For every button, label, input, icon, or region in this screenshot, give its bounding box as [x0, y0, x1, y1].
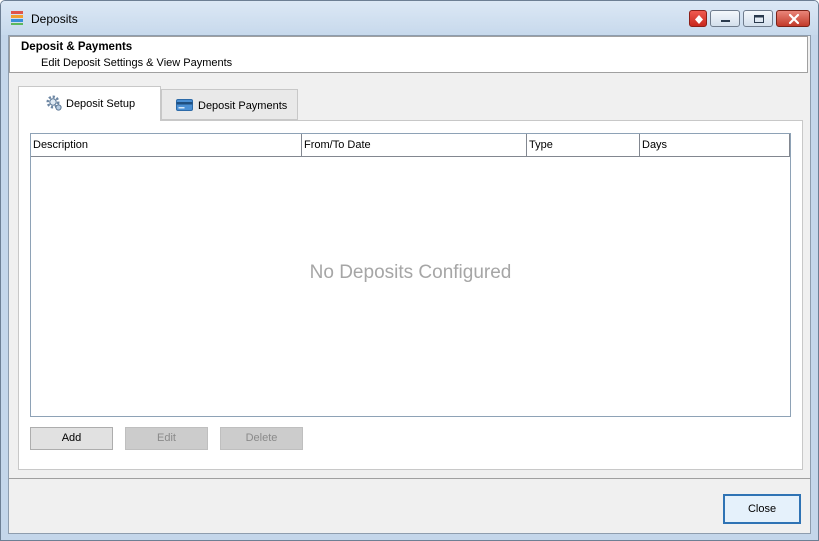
- window-title: Deposits: [31, 12, 78, 26]
- deposits-window: Deposits Deposit & Payments Edit Deposit…: [0, 0, 819, 541]
- header-subtitle: Edit Deposit Settings & View Payments: [41, 57, 233, 69]
- column-header-days[interactable]: Days: [640, 134, 790, 156]
- credit-card-icon: [176, 99, 193, 111]
- minimize-button[interactable]: [710, 10, 740, 27]
- header-panel: Deposit & Payments Edit Deposit Settings…: [9, 36, 808, 73]
- maximize-icon: [754, 15, 764, 23]
- deposit-setup-panel: Description From/To Date Type Days No De…: [18, 120, 803, 470]
- tab-deposit-payments-label: Deposit Payments: [198, 100, 288, 112]
- edit-button[interactable]: Edit: [125, 427, 208, 450]
- delete-button[interactable]: Delete: [220, 427, 303, 450]
- tab-deposit-setup[interactable]: Deposit Setup: [18, 86, 161, 121]
- deposits-table[interactable]: Description From/To Date Type Days No De…: [30, 133, 791, 417]
- column-header-type[interactable]: Type: [527, 134, 640, 156]
- header-title: Deposit & Payments: [21, 41, 133, 53]
- title-bar[interactable]: Deposits: [1, 1, 818, 35]
- close-icon: [788, 13, 800, 25]
- tab-deposit-setup-label: Deposit Setup: [66, 98, 136, 110]
- empty-state-message: No Deposits Configured: [309, 262, 512, 283]
- column-header-description[interactable]: Description: [31, 134, 302, 156]
- extension-button[interactable]: [689, 10, 707, 27]
- gear-icon: [46, 95, 62, 111]
- footer-divider: [9, 478, 810, 479]
- diamond-icon: [695, 15, 703, 24]
- add-button[interactable]: Add: [30, 427, 113, 450]
- app-icon: [11, 11, 23, 25]
- tab-deposit-payments[interactable]: Deposit Payments: [161, 89, 298, 120]
- column-header-from-to-date[interactable]: From/To Date: [302, 134, 527, 156]
- window-close-button[interactable]: [776, 10, 810, 27]
- minimize-icon: [721, 20, 730, 22]
- close-button[interactable]: Close: [723, 494, 801, 524]
- maximize-button[interactable]: [743, 10, 773, 27]
- dialog-body: Deposit & Payments Edit Deposit Settings…: [8, 35, 811, 534]
- table-header: Description From/To Date Type Days: [31, 134, 790, 157]
